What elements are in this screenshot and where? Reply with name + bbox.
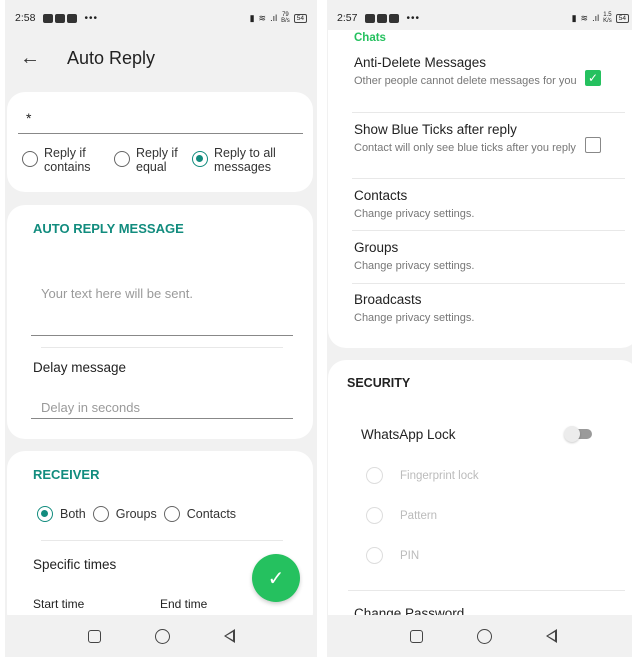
wifi-icon: ≋	[258, 12, 267, 23]
section-heading-security: SECURITY	[347, 376, 411, 390]
check-icon: ✓	[267, 567, 285, 590]
pref-anti-delete[interactable]: Anti-Delete Messages Other people cannot…	[354, 55, 577, 88]
divider	[348, 590, 625, 591]
vibrate-icon: ▮	[571, 12, 577, 23]
auto-reply-message-card: AUTO REPLY MESSAGE Your text here will b…	[7, 205, 313, 439]
signal-icon: .ıl	[592, 13, 600, 23]
status-bar: 2:58 ••• ▮ ≋ .ıl 79 B/s 54	[5, 0, 317, 36]
status-time: 2:58	[15, 12, 36, 24]
start-time-label[interactable]: Start time	[33, 597, 84, 611]
home-icon[interactable]	[476, 628, 492, 644]
recents-icon[interactable]	[409, 629, 423, 643]
battery-icon: 54	[615, 13, 629, 23]
notification-icon	[43, 13, 54, 23]
app-bar: ← Auto Reply	[5, 36, 317, 80]
keyword-card: * Reply if contains Reply if equal Reply…	[7, 92, 313, 192]
divider	[352, 283, 625, 284]
system-nav-bar	[5, 615, 317, 657]
blue-ticks-checkbox[interactable]	[585, 137, 601, 153]
divider	[41, 540, 283, 541]
radio-button[interactable]	[114, 151, 130, 167]
more-notifications-icon: •••	[84, 12, 98, 24]
notification-icon	[365, 13, 376, 23]
vibrate-icon: ▮	[249, 12, 255, 23]
home-icon[interactable]	[154, 628, 170, 644]
radio-button[interactable]	[22, 151, 38, 167]
more-notifications-icon: •••	[406, 12, 420, 24]
keyword-input[interactable]: *	[18, 110, 303, 134]
battery-icon: 54	[293, 13, 307, 23]
section-label-chats: Chats	[354, 32, 386, 44]
settings-screen: 2:57 ••• ▮ ≋ .ıl 1.5 K/s 54 Chats Anti-De…	[327, 0, 632, 657]
lock-option-pattern[interactable]: Pattern	[366, 507, 437, 524]
signal-icon: .ıl	[270, 13, 278, 23]
youtube-icon	[377, 13, 388, 23]
radio-button[interactable]	[366, 547, 383, 564]
status-time: 2:57	[337, 12, 358, 24]
radio-button[interactable]	[366, 507, 383, 524]
lock-option-pin[interactable]: PIN	[366, 547, 419, 564]
wifi-icon: ≋	[580, 12, 589, 23]
whatsapp-lock-toggle[interactable]	[564, 426, 592, 442]
divider	[352, 178, 625, 179]
divider	[352, 230, 625, 231]
pref-contacts[interactable]: Contacts Change privacy settings.	[354, 188, 619, 221]
delay-label: Delay message	[33, 360, 127, 375]
security-card: SECURITY WhatsApp Lock Fingerprint lock …	[328, 360, 632, 640]
section-heading: RECEIVER	[33, 467, 100, 482]
youtube-icon	[55, 13, 66, 23]
radio-contacts[interactable]	[163, 506, 180, 522]
page-title: Auto Reply	[67, 47, 156, 68]
divider	[352, 112, 625, 113]
radio-groups[interactable]	[92, 506, 109, 522]
whatsapp-lock-label: WhatsApp Lock	[361, 427, 456, 442]
save-fab-button[interactable]: ✓	[252, 554, 300, 602]
radio-both[interactable]	[37, 506, 53, 522]
pref-broadcasts[interactable]: Broadcasts Change privacy settings.	[354, 292, 619, 325]
section-heading: AUTO REPLY MESSAGE	[33, 221, 184, 236]
game-icon	[67, 13, 78, 23]
radio-button-selected[interactable]	[192, 151, 208, 167]
game-icon	[389, 13, 400, 23]
message-input[interactable]: Your text here will be sent.	[31, 281, 293, 336]
radio-reply-if-equal[interactable]: Reply if equal	[114, 146, 182, 174]
specific-times-label[interactable]: Specific times	[33, 557, 116, 572]
divider	[41, 347, 283, 348]
system-nav-bar	[327, 615, 632, 657]
pref-groups[interactable]: Groups Change privacy settings.	[354, 240, 619, 273]
delay-input[interactable]: Delay in seconds	[31, 395, 293, 419]
radio-reply-if-contains[interactable]: Reply if contains	[22, 146, 104, 174]
recents-icon[interactable]	[87, 629, 101, 643]
radio-button[interactable]	[366, 467, 383, 484]
radio-reply-to-all[interactable]: Reply to all messages	[192, 146, 287, 174]
auto-reply-screen: 2:58 ••• ▮ ≋ .ıl 79 B/s 54 ← Auto Reply *…	[5, 0, 317, 657]
anti-delete-checkbox[interactable]: ✓	[585, 70, 601, 86]
arrow-left-icon[interactable]: ←	[5, 47, 55, 70]
back-icon[interactable]	[223, 629, 235, 643]
pref-blue-ticks[interactable]: Show Blue Ticks after reply Contact will…	[354, 122, 577, 155]
end-time-label[interactable]: End time	[160, 597, 207, 611]
network-speed: 79 B/s	[281, 12, 290, 24]
network-speed: 1.5 K/s	[603, 12, 612, 24]
chats-card: Chats Anti-Delete Messages Other people …	[328, 30, 632, 348]
back-icon[interactable]	[545, 629, 557, 643]
lock-option-fingerprint[interactable]: Fingerprint lock	[366, 467, 479, 484]
receiver-card: RECEIVER Both Groups Contacts Specific t…	[7, 451, 313, 631]
